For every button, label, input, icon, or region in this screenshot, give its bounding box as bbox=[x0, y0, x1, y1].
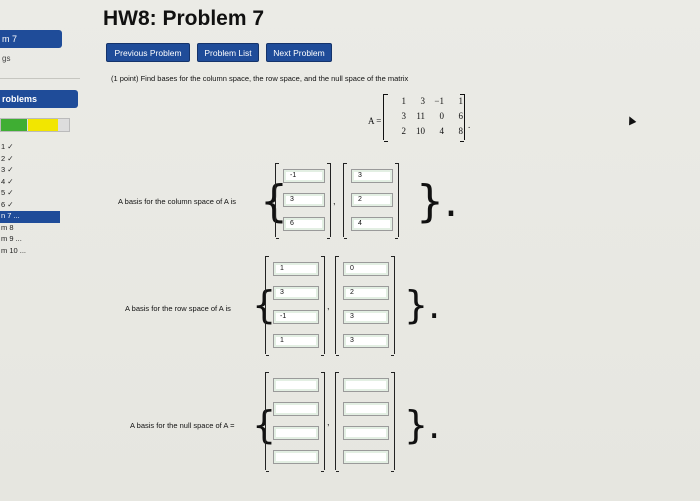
answer-input[interactable] bbox=[343, 402, 389, 416]
null-space-label: A basis for the null space of A = bbox=[130, 421, 235, 430]
answer-input[interactable] bbox=[273, 378, 319, 392]
basis-vector bbox=[335, 372, 395, 472]
answer-input[interactable]: 3 bbox=[343, 310, 389, 324]
matrix-entry: 8 bbox=[458, 126, 464, 136]
problem-statement: (1 point) Find bases for the column spac… bbox=[111, 74, 409, 83]
answer-input[interactable] bbox=[343, 378, 389, 392]
matrix-entry: −1 bbox=[434, 96, 444, 106]
matrix-entry: 10 bbox=[416, 126, 425, 136]
answer-input[interactable]: 3 bbox=[273, 286, 319, 300]
sidebar-problem-item[interactable]: 3 ✓ bbox=[0, 165, 84, 177]
matrix-entry: 6 bbox=[458, 111, 464, 121]
answer-input[interactable] bbox=[343, 426, 389, 440]
progress-partial bbox=[28, 119, 58, 131]
matrix-entry: 1 bbox=[401, 96, 407, 106]
right-brace: }. bbox=[404, 283, 441, 327]
sidebar-tab-sub: gs bbox=[2, 54, 11, 63]
sidebar-problem-item[interactable]: m 8 bbox=[0, 223, 84, 235]
matrix-entry: 4 bbox=[439, 126, 445, 136]
matrix-label: A = bbox=[368, 116, 382, 126]
answer-input[interactable]: 6 bbox=[283, 217, 325, 231]
sidebar-problem-item[interactable]: n 7 ... bbox=[0, 211, 60, 223]
vector-separator: , bbox=[333, 196, 336, 206]
sidebar-problem-item[interactable]: 4 ✓ bbox=[0, 177, 84, 189]
row-space-label: A basis for the row space of A is bbox=[125, 304, 231, 313]
column-space-label: A basis for the column space of A is bbox=[118, 197, 236, 206]
right-brace: }. bbox=[404, 403, 441, 447]
basis-vector: -1 3 6 bbox=[275, 163, 331, 239]
sidebar-problem-item[interactable]: m 10 ... bbox=[0, 246, 84, 258]
basis-vector: 3 2 4 bbox=[343, 163, 399, 239]
matrix-entry: 1 bbox=[458, 96, 464, 106]
matrix-entry: 11 bbox=[416, 111, 425, 121]
matrix-entry: 3 bbox=[420, 96, 426, 106]
answer-input[interactable]: 1 bbox=[273, 262, 319, 276]
problem-list-button[interactable]: Problem List bbox=[197, 43, 259, 62]
basis-vector: 1 3 -1 1 bbox=[265, 256, 325, 356]
matrix-entry: 3 bbox=[401, 111, 407, 121]
answer-input[interactable]: 3 bbox=[351, 169, 393, 183]
answer-input[interactable] bbox=[273, 450, 319, 464]
matrix-period: . bbox=[468, 120, 471, 130]
answer-input[interactable] bbox=[343, 450, 389, 464]
basis-vector bbox=[265, 372, 325, 472]
answer-input[interactable]: 3 bbox=[283, 193, 325, 207]
sidebar: m 7 gs roblems 1 ✓ 2 ✓ 3 ✓ 4 ✓ 5 ✓ 6 ✓ n 7 ...… bbox=[0, 0, 84, 501]
problem-list: 1 ✓ 2 ✓ 3 ✓ 4 ✓ 5 ✓ 6 ✓ n 7 ... m 8m 9 ... m 10 … bbox=[0, 142, 84, 257]
progress-bar bbox=[0, 118, 70, 132]
sidebar-problems-label: roblems bbox=[2, 94, 38, 104]
answer-input[interactable]: 0 bbox=[343, 262, 389, 276]
answer-input[interactable] bbox=[273, 402, 319, 416]
answer-input[interactable] bbox=[273, 426, 319, 440]
answer-input[interactable]: 1 bbox=[273, 334, 319, 348]
answer-input[interactable]: -1 bbox=[283, 169, 325, 183]
answer-input[interactable]: 2 bbox=[343, 286, 389, 300]
next-problem-button[interactable]: Next Problem bbox=[266, 43, 332, 62]
matrix-entry: 2 bbox=[401, 126, 407, 136]
answer-input[interactable]: -1 bbox=[273, 310, 319, 324]
basis-vector: 0 2 3 3 bbox=[335, 256, 395, 356]
matrix-entry: 0 bbox=[439, 111, 445, 121]
vector-separator: , bbox=[327, 417, 330, 427]
sidebar-problem-item[interactable]: 5 ✓ bbox=[0, 188, 84, 200]
answer-input[interactable]: 4 bbox=[351, 217, 393, 231]
matrix-a: 1 3 −1 1 3 11 0 6 2 10 4 8 bbox=[383, 94, 465, 142]
progress-correct bbox=[1, 119, 27, 131]
sidebar-tab-title: m 7 bbox=[2, 34, 18, 44]
right-brace: }. bbox=[416, 176, 458, 227]
vector-separator: , bbox=[327, 301, 330, 311]
sidebar-problems-heading[interactable]: roblems bbox=[0, 90, 78, 108]
sidebar-problem-item[interactable]: 6 ✓ bbox=[0, 200, 84, 212]
answer-input[interactable]: 2 bbox=[351, 193, 393, 207]
sidebar-problem-item[interactable]: 1 ✓ bbox=[0, 142, 84, 154]
page-title: HW8: Problem 7 bbox=[103, 7, 265, 30]
previous-problem-button[interactable]: Previous Problem bbox=[106, 43, 190, 62]
sidebar-problem-item[interactable]: 2 ✓ bbox=[0, 154, 84, 166]
sidebar-problem-item[interactable]: m 9 ... bbox=[0, 234, 84, 246]
sidebar-divider bbox=[0, 78, 80, 79]
answer-input[interactable]: 3 bbox=[343, 334, 389, 348]
sidebar-problem-tab[interactable]: m 7 bbox=[0, 30, 62, 48]
page: m 7 gs roblems 1 ✓ 2 ✓ 3 ✓ 4 ✓ 5 ✓ 6 ✓ n 7 ...… bbox=[0, 0, 700, 501]
mouse-cursor-icon bbox=[625, 114, 637, 126]
